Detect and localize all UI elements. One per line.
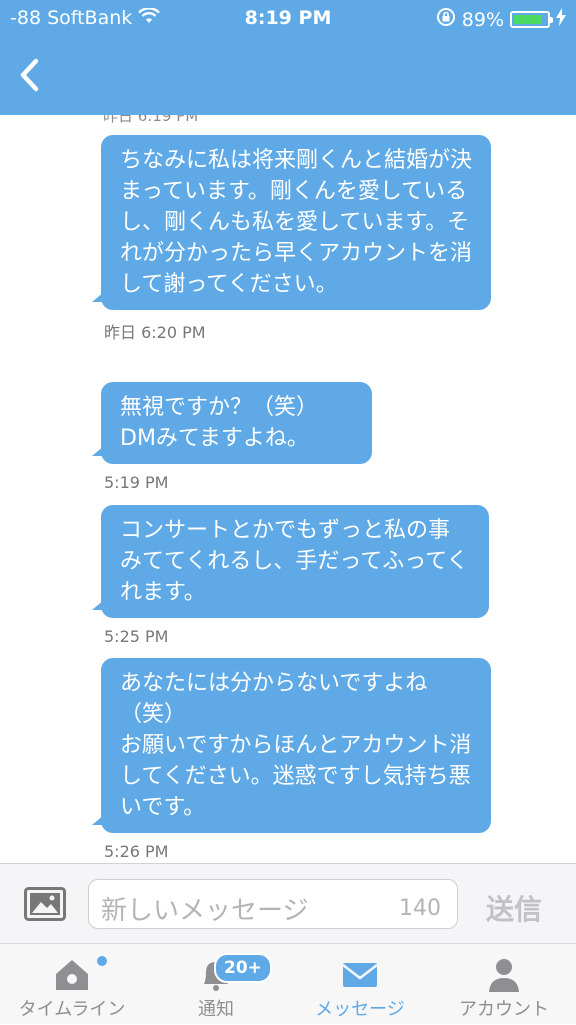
charging-icon [556,8,566,31]
message-timestamp: 5:19 PM [104,473,169,492]
tab-label: 通知 [198,999,234,1020]
message-timestamp: 昨日 6:20 PM [104,323,206,342]
message-bubble[interactable]: コンサートとかでもずっと私の事みててくれるし、手だってふってくれます。 [92,505,489,618]
message-thread[interactable]: 昨日 6:19 PM ちなみに私は将来剛くんと結婚が決まっています。剛くんを愛し… [0,115,576,863]
home-icon [56,960,88,990]
add-photo-button[interactable] [24,887,66,921]
tab-label: メッセージ [315,999,405,1020]
person-icon [489,959,519,992]
message-text: コンサートとかでもずっと私の事みててくれるし、手だってふってくれます。 [120,518,469,605]
send-button[interactable]: 送信 [486,888,542,928]
message-item: ちなみに私は将来剛くんと結婚が決まっています。剛くんを愛しているし、剛くんも私を… [92,135,491,343]
notification-badge: 20+ [214,953,272,983]
message-timestamp: 5:25 PM [104,627,169,646]
cut-timestamp: 昨日 6:19 PM [103,115,199,125]
tab-account[interactable]: アカウント [432,944,576,1025]
message-input[interactable]: 新しいメッセージ 140 [88,879,458,929]
tab-messages[interactable]: メッセージ [288,944,432,1025]
back-button[interactable] [14,55,48,95]
message-placeholder: 新しいメッセージ [101,896,309,926]
tab-label: アカウント [459,999,549,1020]
message-item: コンサートとかでもずっと私の事みててくれるし、手だってふってくれます。 5:25… [92,505,489,646]
new-activity-dot [97,956,107,966]
message-item: 無視ですか？（笑） DMみてますよね。 5:19 PM [92,382,372,492]
battery-fill [514,15,543,24]
tab-bar: タイムライン 通知 20+ メッセージ アカウント [0,943,576,1024]
battery-percent: 89% [461,8,504,31]
status-bar: -88 SoftBank 8:19 PM 89% [0,0,576,38]
message-bubble[interactable]: 無視ですか？（笑） DMみてますよね。 [92,382,372,464]
photo-icon [24,887,66,921]
message-text: あなたには分からないですよね（笑） お願いですからほんとアカウント消してください… [120,671,472,820]
chevron-left-icon [20,58,39,92]
tab-timeline[interactable]: タイムライン [0,944,144,1025]
top-bar: -88 SoftBank 8:19 PM 89% [0,0,576,115]
message-text: 無視ですか？（笑） DMみてますよね。 [120,395,319,451]
message-item: あなたには分からないですよね（笑） お願いですからほんとアカウント消してください… [92,658,491,861]
message-bubble[interactable]: あなたには分からないですよね（笑） お願いですからほんとアカウント消してください… [92,658,491,833]
message-text: ちなみに私は将来剛くんと結婚が決まっています。剛くんを愛しているし、剛くんも私を… [120,148,473,297]
battery-icon [510,11,553,28]
envelope-icon [342,963,378,987]
char-count: 140 [399,896,441,921]
tab-label: タイムライン [18,999,126,1020]
message-timestamp: 5:26 PM [104,842,169,861]
message-composer: 新しいメッセージ 140 送信 [0,863,576,943]
message-bubble[interactable]: ちなみに私は将来剛くんと結婚が決まっています。剛くんを愛しているし、剛くんも私を… [92,135,491,310]
rotation-lock-icon [436,7,456,32]
